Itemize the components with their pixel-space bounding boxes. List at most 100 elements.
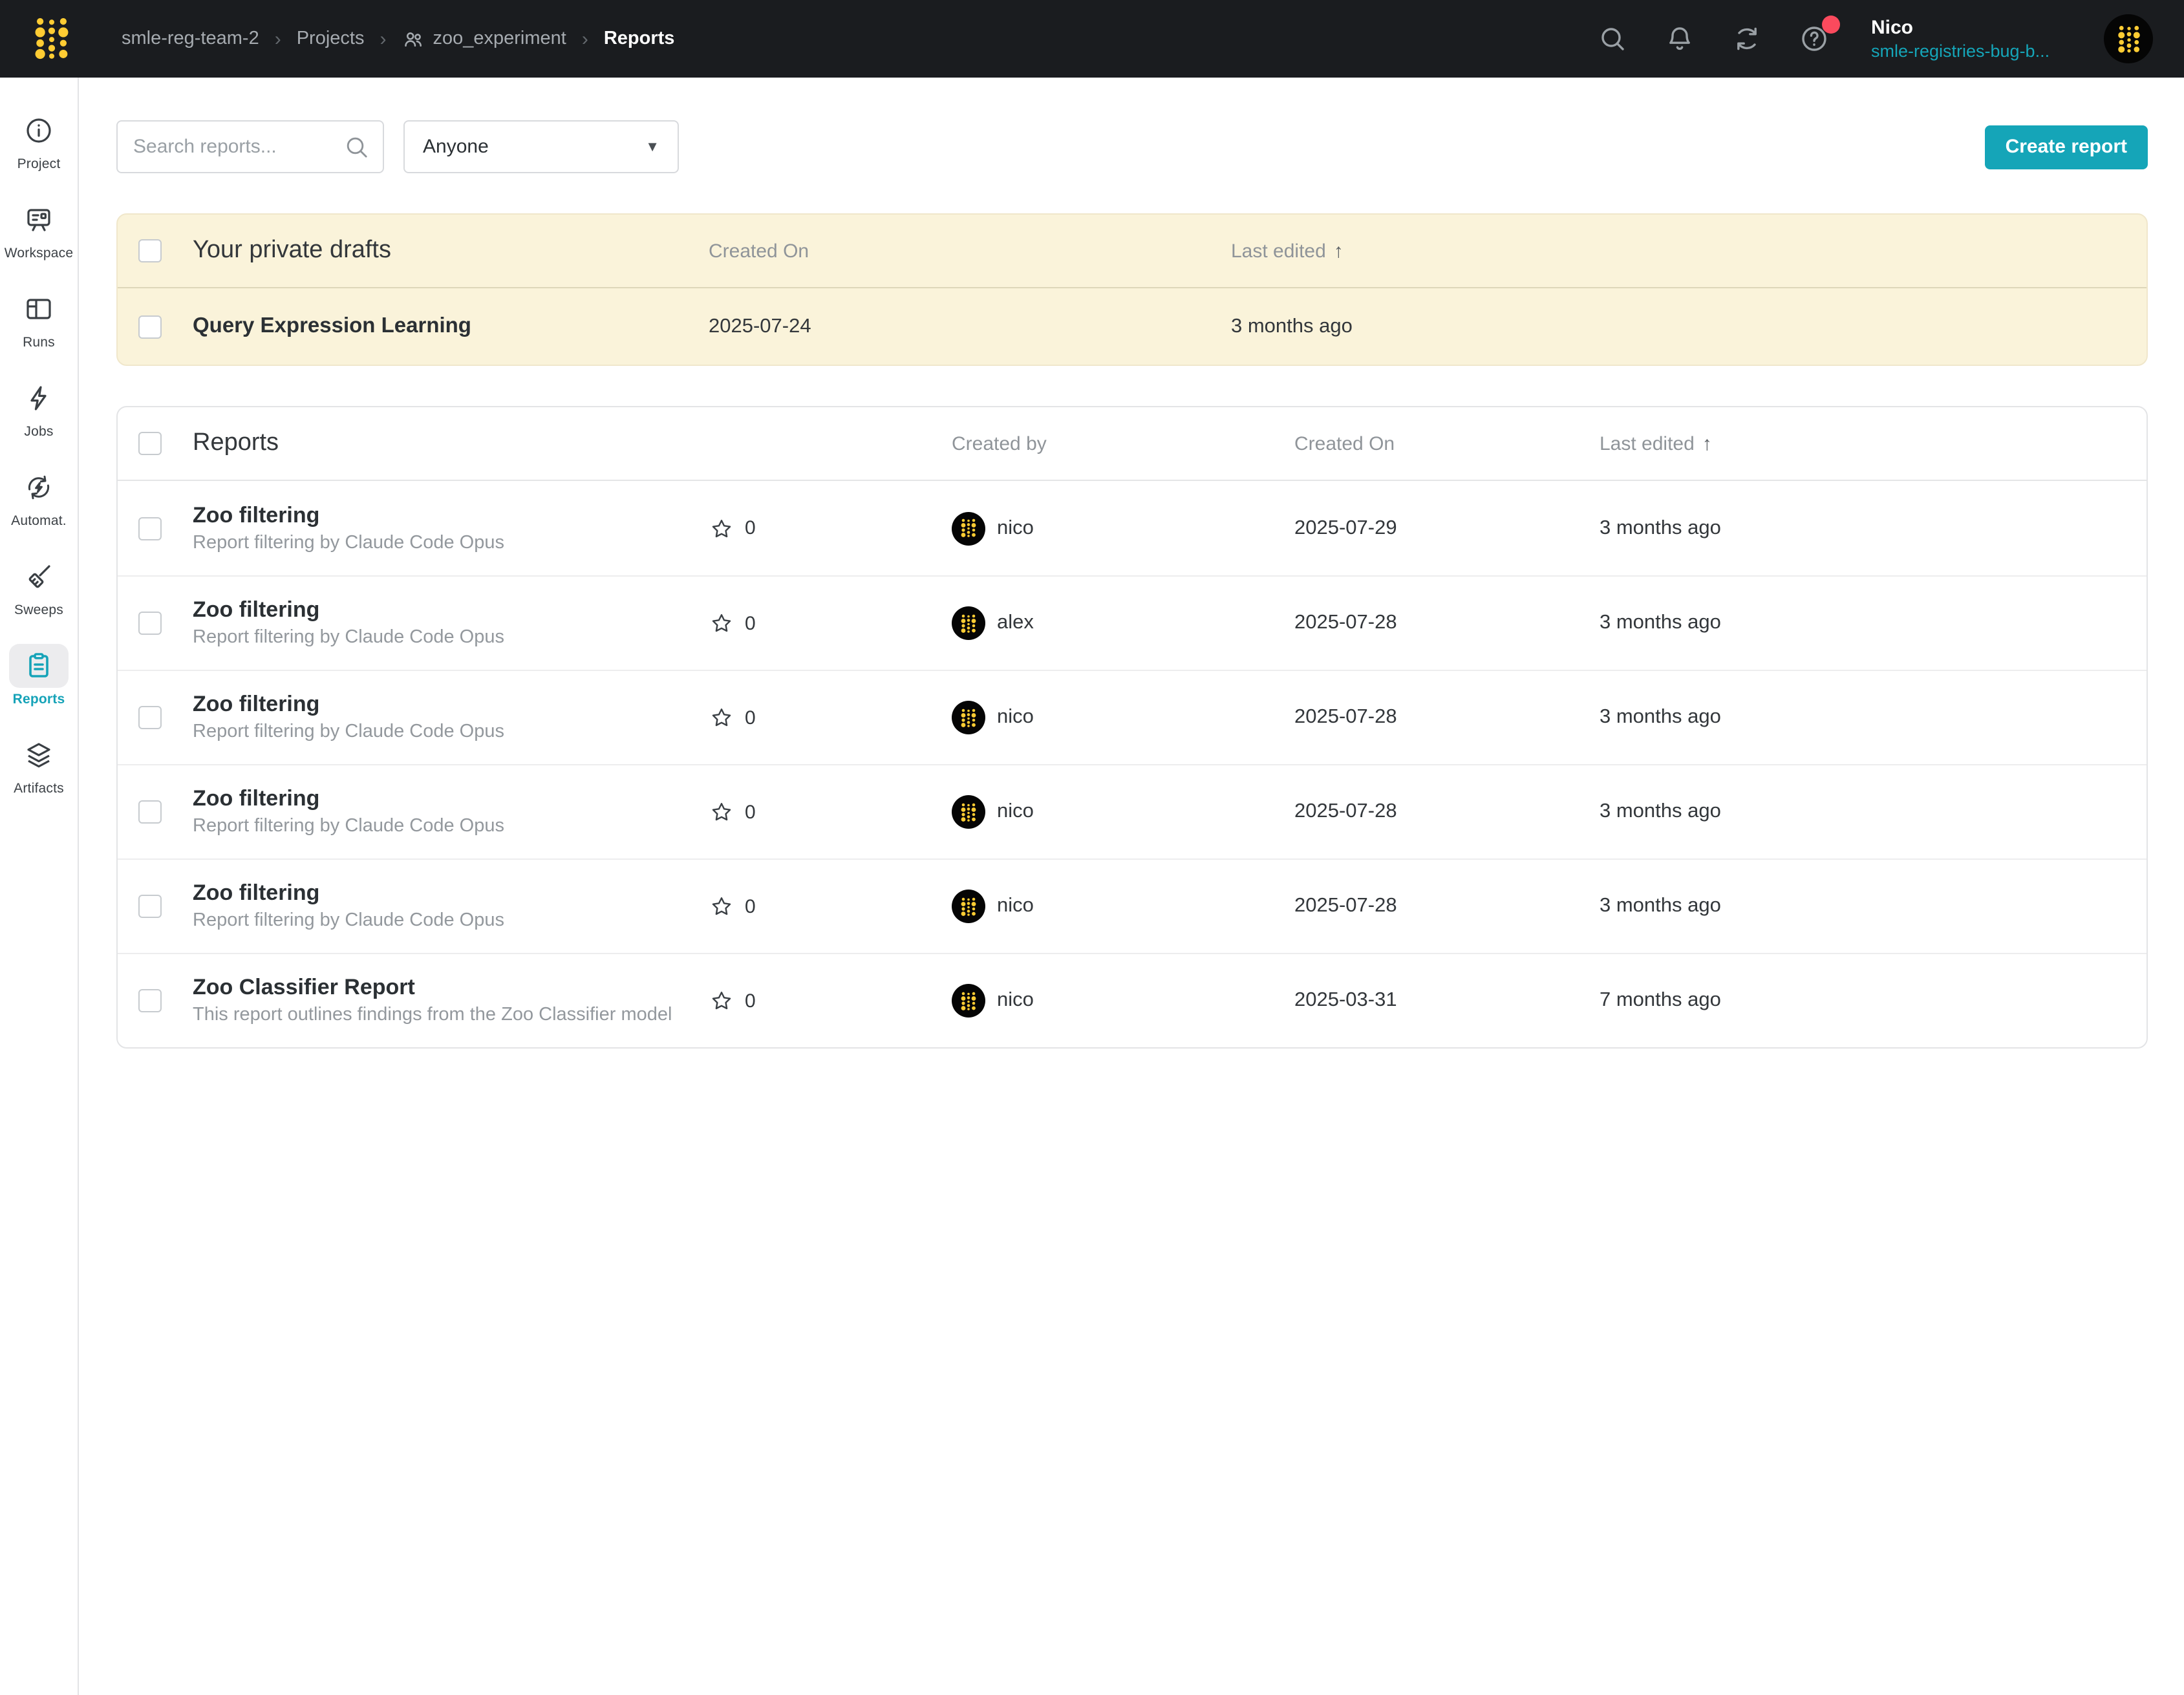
refresh-icon[interactable] xyxy=(1731,23,1762,54)
help-icon[interactable] xyxy=(1799,23,1830,54)
report-row-checkbox[interactable] xyxy=(138,612,162,635)
report-row[interactable]: Zoo filtering Report filtering by Claude… xyxy=(118,858,2147,953)
wandb-logo-icon[interactable] xyxy=(31,14,72,63)
report-created-on: 2025-07-28 xyxy=(1294,612,1600,635)
author-avatar xyxy=(952,606,985,640)
report-last-edited: 3 months ago xyxy=(1600,517,2126,540)
breadcrumb-current-page[interactable]: Reports xyxy=(604,28,675,49)
reports-toolbar: Anyone ▼ Create report xyxy=(116,120,2148,173)
report-row-checkbox[interactable] xyxy=(138,517,162,540)
report-title-link[interactable]: Zoo filtering xyxy=(193,690,710,718)
draft-row-checkbox[interactable] xyxy=(138,315,162,338)
report-row[interactable]: Zoo Classifier Report This report outlin… xyxy=(118,953,2147,1047)
report-author[interactable]: nico xyxy=(952,890,1294,923)
sidebar-item-automations[interactable]: Automat. xyxy=(3,465,75,529)
report-title-link[interactable]: Zoo filtering xyxy=(193,879,710,906)
star-button[interactable]: 0 xyxy=(710,612,952,635)
breadcrumb-project[interactable]: zoo_experiment xyxy=(402,28,566,50)
draft-created-on: 2025-07-24 xyxy=(709,315,1231,338)
search-icon[interactable] xyxy=(1597,23,1628,54)
user-team-link[interactable]: smle-registries-bug-b... xyxy=(1871,39,2088,63)
star-icon xyxy=(710,895,733,918)
reports-last-edited-header[interactable]: Last edited↑ xyxy=(1600,432,2126,454)
report-last-edited: 7 months ago xyxy=(1600,989,2126,1012)
private-drafts-panel: Your private drafts Created On Last edit… xyxy=(116,213,2148,366)
report-created-on: 2025-07-28 xyxy=(1294,706,1600,729)
create-report-button[interactable]: Create report xyxy=(1985,125,2148,169)
report-title-link[interactable]: Zoo filtering xyxy=(193,596,710,623)
user-avatar[interactable] xyxy=(2104,14,2153,63)
star-count: 0 xyxy=(745,895,756,917)
star-icon xyxy=(710,612,733,635)
star-button[interactable]: 0 xyxy=(710,989,952,1012)
reports-clipboard-icon xyxy=(23,650,54,681)
breadcrumb-separator: › xyxy=(582,28,588,50)
user-menu[interactable]: Nico smle-registries-bug-b... xyxy=(1871,15,2088,63)
report-row-checkbox[interactable] xyxy=(138,800,162,824)
report-author[interactable]: nico xyxy=(952,511,1294,545)
search-input[interactable] xyxy=(133,136,344,158)
sort-ascending-icon: ↑ xyxy=(1702,432,1712,454)
report-row-checkbox[interactable] xyxy=(138,706,162,729)
draft-row[interactable]: Query Expression Learning 2025-07-24 3 m… xyxy=(118,288,2147,365)
sidebar-item-project[interactable]: Project xyxy=(3,109,75,172)
report-author[interactable]: nico xyxy=(952,795,1294,829)
author-filter-value: Anyone xyxy=(423,136,489,158)
author-avatar xyxy=(952,984,985,1018)
select-all-reports-checkbox[interactable] xyxy=(138,432,162,455)
author-avatar xyxy=(952,890,985,923)
breadcrumb-separator: › xyxy=(275,28,281,50)
sidebar-item-workspace[interactable]: Workspace xyxy=(3,198,75,261)
report-last-edited: 3 months ago xyxy=(1600,800,2126,824)
report-author[interactable]: nico xyxy=(952,701,1294,734)
report-subtitle: Report filtering by Claude Code Opus xyxy=(193,720,710,745)
reports-header: Reports Created by Created On Last edite… xyxy=(118,407,2147,481)
report-row[interactable]: Zoo filtering Report filtering by Claude… xyxy=(118,481,2147,575)
report-title-link[interactable]: Zoo filtering xyxy=(193,785,710,812)
report-row-checkbox[interactable] xyxy=(138,989,162,1012)
star-icon xyxy=(710,706,733,729)
report-row[interactable]: Zoo filtering Report filtering by Claude… xyxy=(118,575,2147,670)
author-filter-dropdown[interactable]: Anyone ▼ xyxy=(403,120,679,173)
sidebar-item-sweeps[interactable]: Sweeps xyxy=(3,555,75,618)
report-author[interactable]: alex xyxy=(952,606,1294,640)
report-subtitle: Report filtering by Claude Code Opus xyxy=(193,909,710,933)
star-button[interactable]: 0 xyxy=(710,800,952,824)
drafts-panel-title: Your private drafts xyxy=(193,237,709,265)
top-navigation-bar: smle-reg-team-2 › Projects › zoo_experim… xyxy=(0,0,2184,78)
report-author[interactable]: nico xyxy=(952,984,1294,1018)
notification-badge xyxy=(1822,16,1840,34)
team-icon xyxy=(402,28,424,50)
sidebar-item-label: Jobs xyxy=(24,424,53,440)
report-title-link[interactable]: Zoo Classifier Report xyxy=(193,974,710,1001)
select-all-drafts-checkbox[interactable] xyxy=(138,239,162,262)
star-count: 0 xyxy=(745,707,756,729)
breadcrumb: smle-reg-team-2 › Projects › zoo_experim… xyxy=(122,28,674,50)
sidebar-item-jobs[interactable]: Jobs xyxy=(3,376,75,440)
star-button[interactable]: 0 xyxy=(710,895,952,918)
main-content: Anyone ▼ Create report Your private draf… xyxy=(79,78,2184,1049)
report-created-on: 2025-07-28 xyxy=(1294,800,1600,824)
drafts-last-edited-header[interactable]: Last edited↑ xyxy=(1231,240,2126,262)
breadcrumb-projects[interactable]: Projects xyxy=(297,28,365,49)
report-row[interactable]: Zoo filtering Report filtering by Claude… xyxy=(118,670,2147,764)
reports-panel: Reports Created by Created On Last edite… xyxy=(116,406,2148,1049)
report-title-link[interactable]: Zoo filtering xyxy=(193,501,710,528)
draft-title-link[interactable]: Query Expression Learning xyxy=(193,314,709,339)
breadcrumb-team[interactable]: smle-reg-team-2 xyxy=(122,28,259,49)
search-reports-field[interactable] xyxy=(116,120,384,173)
automations-icon xyxy=(23,472,54,503)
star-button[interactable]: 0 xyxy=(710,517,952,540)
draft-last-edited: 3 months ago xyxy=(1231,315,2126,338)
report-row-checkbox[interactable] xyxy=(138,895,162,918)
sidebar-item-label: Project xyxy=(17,156,61,172)
notifications-bell-icon[interactable] xyxy=(1664,23,1695,54)
sidebar-item-reports[interactable]: Reports xyxy=(3,644,75,707)
sidebar-item-artifacts[interactable]: Artifacts xyxy=(3,733,75,796)
report-subtitle: Report filtering by Claude Code Opus xyxy=(193,531,710,555)
star-button[interactable]: 0 xyxy=(710,706,952,729)
author-name: nico xyxy=(997,895,1034,918)
sidebar-item-runs[interactable]: Runs xyxy=(3,287,75,350)
report-row[interactable]: Zoo filtering Report filtering by Claude… xyxy=(118,764,2147,858)
report-subtitle: Report filtering by Claude Code Opus xyxy=(193,815,710,839)
